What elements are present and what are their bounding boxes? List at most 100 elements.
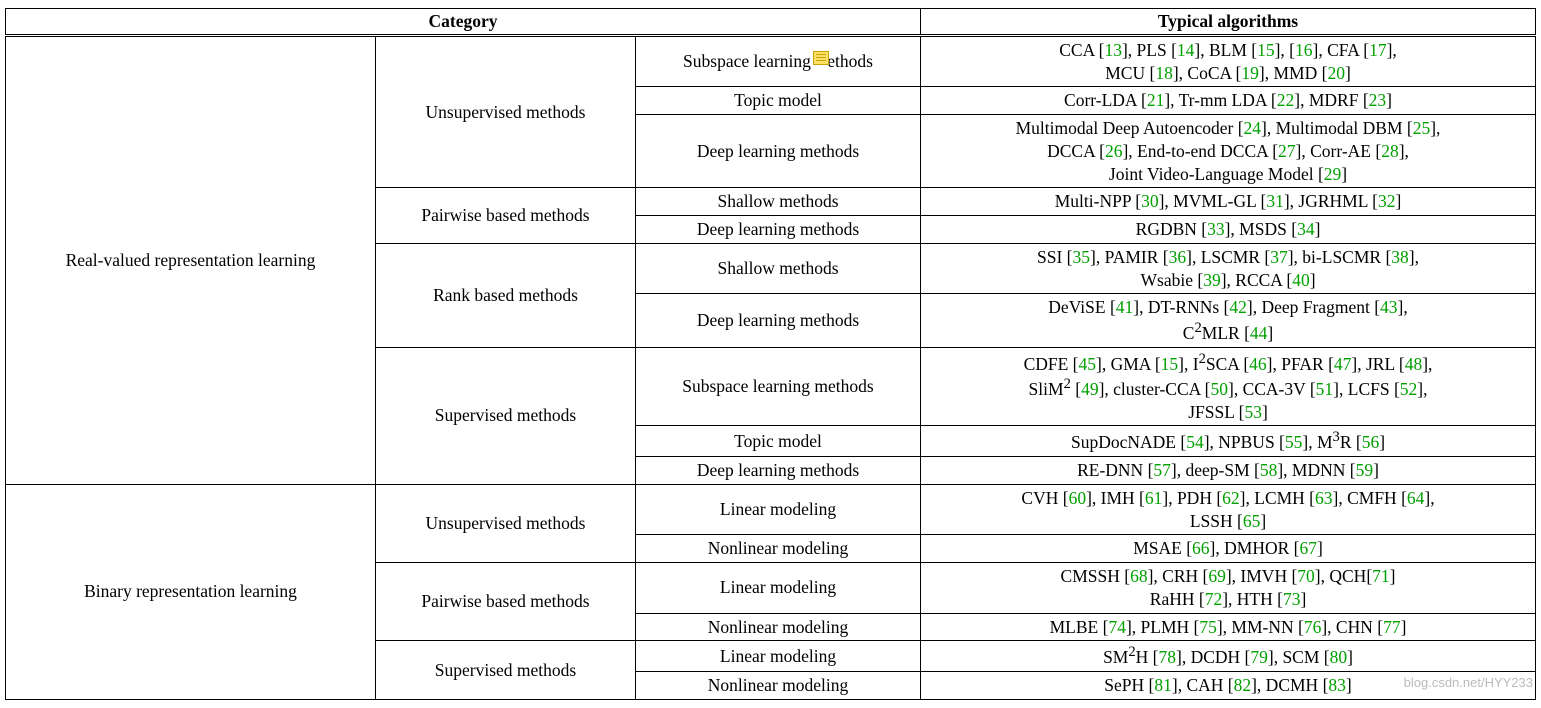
cat-pairwise: Pairwise based methods [375,563,635,641]
citation-link[interactable]: 32 [1378,191,1396,211]
citation-link[interactable]: 82 [1234,675,1252,695]
subcat-shallow: Shallow methods [635,243,920,294]
cat-pairwise: Pairwise based methods [375,188,635,244]
citation-link[interactable]: 38 [1391,247,1409,267]
citation-link[interactable]: 33 [1207,219,1225,239]
citation-link[interactable]: 60 [1069,488,1087,508]
citation-link[interactable]: 69 [1208,566,1226,586]
citation-link[interactable]: 28 [1381,141,1399,161]
subcat-shallow: Shallow methods [635,188,920,216]
citation-link[interactable]: 27 [1278,141,1296,161]
citation-link[interactable]: 15 [1161,353,1179,373]
table-header-row: Category Typical algorithms [5,9,1535,36]
citation-link[interactable]: 20 [1327,63,1345,83]
citation-link[interactable]: 36 [1169,247,1187,267]
cat-unsupervised: Unsupervised methods [375,35,635,188]
subcat-subspace: Subspace learning ethods [635,35,920,87]
algorithms-cell: Corr-LDA [21], Tr-mm LDA [22], MDRF [23] [921,87,1536,115]
citation-link[interactable]: 29 [1324,164,1342,184]
citation-link[interactable]: 23 [1369,90,1387,110]
citation-link[interactable]: 80 [1330,647,1348,667]
citation-link[interactable]: 70 [1297,566,1315,586]
citation-link[interactable]: 49 [1081,379,1099,399]
citation-link[interactable]: 37 [1270,247,1288,267]
citation-link[interactable]: 18 [1155,63,1173,83]
header-category: Category [5,9,920,36]
algorithms-cell: MLBE [74], PLMH [75], MM-NN [76], CHN [7… [921,613,1536,641]
citation-link[interactable]: 34 [1297,219,1315,239]
citation-link[interactable]: 68 [1130,566,1148,586]
citation-link[interactable]: 13 [1104,40,1122,60]
subcat-linear: Linear modeling [635,563,920,614]
citation-link[interactable]: 73 [1283,589,1301,609]
cat-unsupervised: Unsupervised methods [375,484,635,562]
citation-link[interactable]: 46 [1249,353,1267,373]
citation-link[interactable]: 41 [1116,297,1134,317]
subcat-topic: Topic model [635,87,920,115]
citation-link[interactable]: 77 [1383,617,1401,637]
citation-link[interactable]: 26 [1105,141,1123,161]
citation-link[interactable]: 40 [1292,270,1310,290]
algorithms-cell: SSI [35], PAMIR [36], LSCMR [37], bi-LSC… [921,243,1536,294]
citation-link[interactable]: 47 [1334,353,1352,373]
citation-link[interactable]: 44 [1250,323,1268,343]
cat-binary: Binary representation learning [5,484,375,699]
citation-link[interactable]: 75 [1199,617,1217,637]
citation-link[interactable]: 57 [1153,460,1171,480]
citation-link[interactable]: 71 [1372,566,1390,586]
citation-link[interactable]: 39 [1203,270,1221,290]
citation-link[interactable]: 64 [1407,488,1425,508]
citation-link[interactable]: 31 [1266,191,1284,211]
subcat-linear: Linear modeling [635,641,920,672]
citation-link[interactable]: 21 [1147,90,1165,110]
citation-link[interactable]: 53 [1244,402,1262,422]
algorithms-cell: CMSSH [68], CRH [69], IMVH [70], QCH[71]… [921,563,1536,614]
citation-link[interactable]: 19 [1241,63,1259,83]
citation-link[interactable]: 43 [1380,297,1398,317]
citation-link[interactable]: 17 [1369,40,1387,60]
citation-link[interactable]: 78 [1159,647,1177,667]
citation-link[interactable]: 74 [1108,617,1126,637]
citation-link[interactable]: 52 [1400,379,1418,399]
citation-link[interactable]: 58 [1260,460,1278,480]
citation-link[interactable]: 50 [1211,379,1229,399]
citation-link[interactable]: 59 [1356,460,1374,480]
citation-link[interactable]: 66 [1192,538,1210,558]
algorithms-cell: CCA [13], PLS [14], BLM [15], [16], CFA … [921,35,1536,87]
citation-link[interactable]: 61 [1145,488,1163,508]
citation-link[interactable]: 48 [1405,353,1423,373]
citation-link[interactable]: 42 [1229,297,1247,317]
citation-link[interactable]: 51 [1316,379,1334,399]
algorithms-cell: SupDocNADE [54], NPBUS [55], M3R [56] [921,426,1536,457]
subcat-nonlinear: Nonlinear modeling [635,613,920,641]
citation-link[interactable]: 63 [1315,488,1333,508]
algorithms-cell: DeViSE [41], DT-RNNs [42], Deep Fragment… [921,294,1536,347]
algorithms-cell: RE-DNN [57], deep-SM [58], MDNN [59] [921,457,1536,485]
citation-link[interactable]: 56 [1362,432,1380,452]
cat-supervised: Supervised methods [375,347,635,484]
algorithms-cell: SM2H [78], DCDH [79], SCM [80] [921,641,1536,672]
subcat-linear: Linear modeling [635,484,920,535]
citation-link[interactable]: 25 [1413,118,1431,138]
citation-link[interactable]: 67 [1299,538,1317,558]
subcat-deep: Deep learning methods [635,115,920,188]
citation-link[interactable]: 72 [1205,589,1223,609]
citation-link[interactable]: 30 [1141,191,1159,211]
citation-link[interactable]: 45 [1079,353,1097,373]
citation-link[interactable]: 16 [1295,40,1313,60]
cat-real-valued: Real-valued representation learning [5,35,375,484]
annotation-icon [813,51,829,65]
citation-link[interactable]: 35 [1073,247,1091,267]
citation-link[interactable]: 54 [1186,432,1204,452]
citation-link[interactable]: 24 [1244,118,1262,138]
citation-link[interactable]: 76 [1304,617,1322,637]
citation-link[interactable]: 55 [1285,432,1303,452]
citation-link[interactable]: 65 [1243,511,1261,531]
citation-link[interactable]: 62 [1222,488,1240,508]
citation-link[interactable]: 81 [1154,675,1172,695]
citation-link[interactable]: 22 [1277,90,1295,110]
citation-link[interactable]: 79 [1250,647,1268,667]
citation-link[interactable]: 15 [1257,40,1275,60]
citation-link[interactable]: 83 [1328,675,1346,695]
citation-link[interactable]: 14 [1177,40,1195,60]
